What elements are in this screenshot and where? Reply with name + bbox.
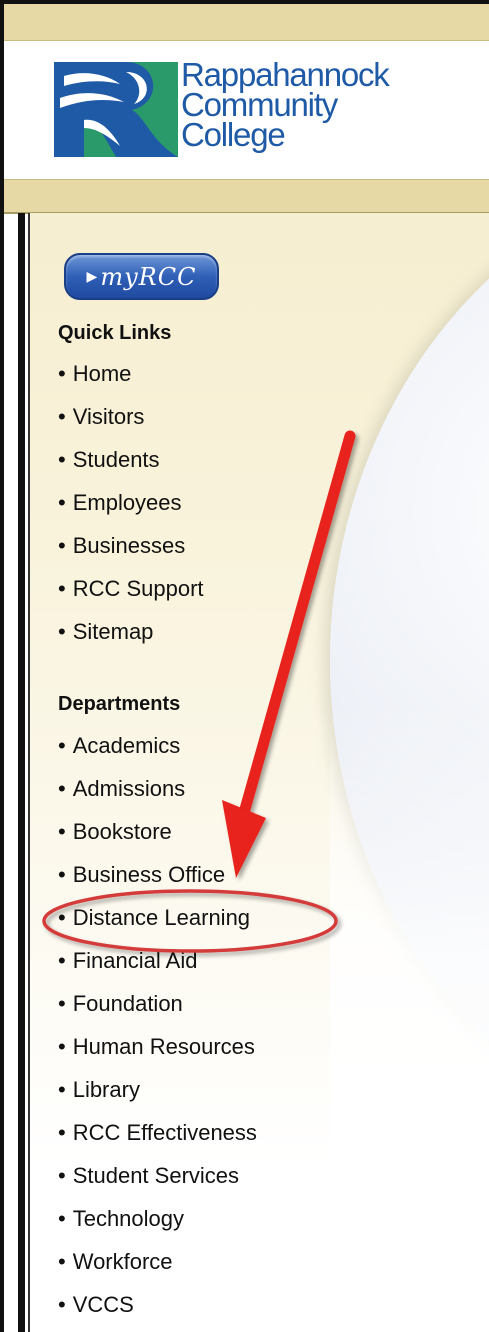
dept-link-academics[interactable]: • Academics bbox=[58, 734, 257, 777]
page: Rappahannock Community College ▶ myRCC Q… bbox=[0, 0, 489, 1332]
quick-link-visitors[interactable]: • Visitors bbox=[58, 405, 204, 448]
dept-link-library[interactable]: • Library bbox=[58, 1078, 257, 1121]
dept-link-student-services[interactable]: • Student Services bbox=[58, 1164, 257, 1207]
quick-link-businesses[interactable]: • Businesses bbox=[58, 534, 204, 577]
dept-link-workforce[interactable]: • Workforce bbox=[58, 1250, 257, 1293]
quick-link-students[interactable]: • Students bbox=[58, 448, 204, 491]
header-top-band bbox=[4, 4, 489, 41]
dept-link-bookstore[interactable]: • Bookstore bbox=[58, 820, 257, 863]
dept-link-distance-learning[interactable]: • Distance Learning bbox=[58, 906, 257, 949]
dept-link-rcc-effectiveness[interactable]: • RCC Effectiveness bbox=[58, 1121, 257, 1164]
quick-links-list: • Home • Visitors • Students • Employees • Bu… bbox=[58, 362, 204, 663]
dept-link-vccs[interactable]: • VCCS bbox=[58, 1293, 257, 1332]
quick-link-employees[interactable]: • Employees bbox=[58, 491, 204, 534]
college-name-logo[interactable]: Rappahannock Community College bbox=[181, 58, 390, 153]
rcc-logo-icon[interactable] bbox=[54, 62, 178, 157]
quick-link-sitemap[interactable]: • Sitemap bbox=[58, 620, 204, 663]
quick-link-home[interactable]: • Home bbox=[58, 362, 204, 405]
myrcc-label: myRCC bbox=[100, 262, 197, 291]
myrcc-button[interactable]: ▶ myRCC bbox=[64, 253, 219, 300]
header-bottom-band bbox=[4, 179, 489, 214]
dept-link-business-office[interactable]: • Business Office bbox=[58, 863, 257, 906]
dept-link-human-resources[interactable]: • Human Resources bbox=[58, 1035, 257, 1078]
play-triangle-icon: ▶ bbox=[86, 268, 99, 285]
logo-line-3: College bbox=[181, 116, 286, 153]
dept-link-admissions[interactable]: • Admissions bbox=[58, 777, 257, 820]
decorative-arc-fade bbox=[330, 700, 489, 1332]
quick-links-heading: Quick Links bbox=[58, 322, 172, 344]
dept-link-foundation[interactable]: • Foundation bbox=[58, 992, 257, 1035]
departments-list: • Academics • Admissions • Bookstore • Busin… bbox=[58, 734, 257, 1332]
content-left-border bbox=[18, 213, 25, 1332]
departments-heading: Departments bbox=[58, 693, 181, 715]
dept-link-financial-aid[interactable]: • Financial Aid bbox=[58, 949, 257, 992]
content-left-border-inner bbox=[28, 213, 30, 1332]
dept-link-technology[interactable]: • Technology bbox=[58, 1207, 257, 1250]
quick-link-rcc-support[interactable]: • RCC Support bbox=[58, 577, 204, 620]
